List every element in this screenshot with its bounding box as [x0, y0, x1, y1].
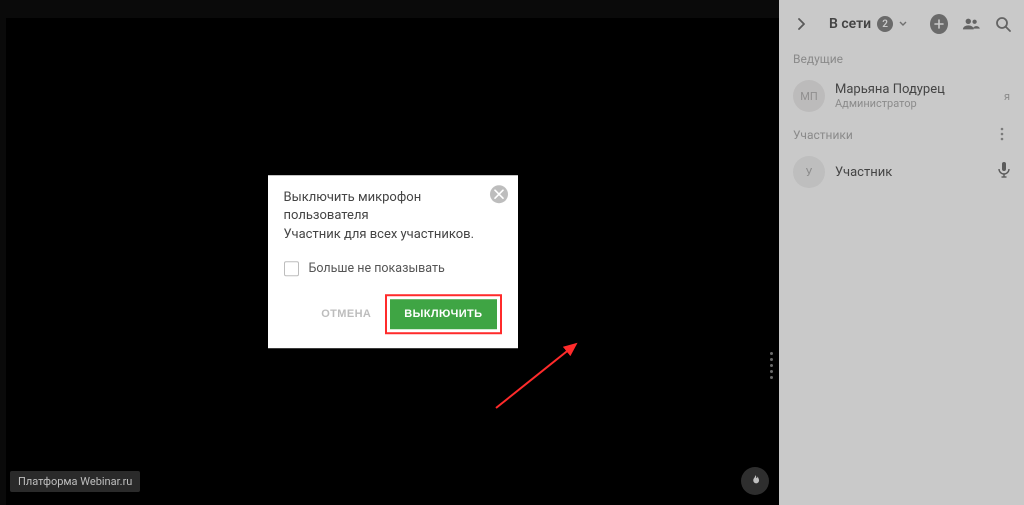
flame-icon [748, 474, 762, 488]
online-dropdown[interactable]: В сети 2 [829, 16, 907, 32]
people-button[interactable] [962, 15, 980, 33]
host-name: Марьяна Подурец [835, 82, 994, 97]
annotation-arrow [486, 338, 606, 418]
search-button[interactable] [994, 15, 1012, 33]
video-stage: У Выключить микрофон пользователя Участн… [6, 18, 779, 505]
host-role: Администратор [835, 97, 994, 110]
search-icon [995, 16, 1011, 32]
mute-confirm-dialog: Выключить микрофон пользователя Участник… [268, 175, 518, 349]
hosts-section-label: Ведущие [779, 44, 1024, 72]
footer-bar: Платформа Webinar.ru [10, 467, 769, 495]
main-video-area: У Выключить микрофон пользователя Участн… [0, 0, 779, 505]
host-info: Марьяна Подурец Администратор [835, 82, 994, 110]
participant-avatar: У [793, 156, 825, 188]
resize-handle-icon[interactable] [770, 352, 773, 379]
host-initials: МП [800, 90, 817, 103]
you-badge: я [1004, 90, 1010, 103]
online-count-badge: 2 [877, 16, 893, 32]
confirm-highlight: ВЫКЛЮЧИТЬ [385, 294, 501, 334]
dialog-line1: Выключить микрофон пользователя [284, 190, 422, 224]
online-label: В сети [829, 16, 871, 32]
chevron-right-icon [796, 18, 806, 30]
participants-more-button[interactable] [994, 127, 1010, 141]
collapse-button[interactable] [791, 14, 811, 34]
people-icon [962, 17, 980, 31]
cancel-button[interactable]: ОТМЕНА [317, 300, 375, 328]
dialog-message: Выключить микрофон пользователя Участник… [284, 189, 502, 246]
host-avatar: МП [793, 80, 825, 112]
platform-label: Платформа Webinar.ru [10, 471, 140, 492]
participant-name: Участник [835, 165, 988, 180]
add-participant-button[interactable] [930, 15, 948, 33]
dialog-line2: Участник для всех участников. [284, 227, 475, 242]
dialog-actions: ОТМЕНА ВЫКЛЮЧИТЬ [284, 294, 502, 334]
participant-initials: У [806, 166, 813, 179]
participants-sidebar: В сети 2 Ведущие МП Марьяна Подурец Адми [779, 0, 1024, 505]
plus-circle-icon [930, 14, 948, 34]
sidebar-header: В сети 2 [779, 0, 1024, 44]
reactions-button[interactable] [741, 467, 769, 495]
dont-show-checkbox[interactable] [284, 261, 299, 276]
participant-info: Участник [835, 165, 988, 180]
caret-down-icon [899, 21, 907, 27]
participants-section-label: Участники [779, 120, 867, 148]
close-icon [494, 189, 504, 199]
confirm-mute-button[interactable]: ВЫКЛЮЧИТЬ [390, 299, 496, 329]
host-row[interactable]: МП Марьяна Подурец Администратор я [779, 72, 1024, 120]
participants-section-header: Участники [779, 120, 1024, 148]
more-vert-icon [1000, 127, 1004, 141]
dont-show-row: Больше не показывать [284, 261, 502, 276]
microphone-icon [998, 162, 1010, 178]
participant-mic-button[interactable] [998, 162, 1010, 182]
participant-row[interactable]: У Участник [779, 148, 1024, 196]
header-actions [930, 15, 1012, 33]
dialog-close-button[interactable] [490, 185, 508, 203]
dont-show-label: Больше не показывать [309, 261, 445, 276]
